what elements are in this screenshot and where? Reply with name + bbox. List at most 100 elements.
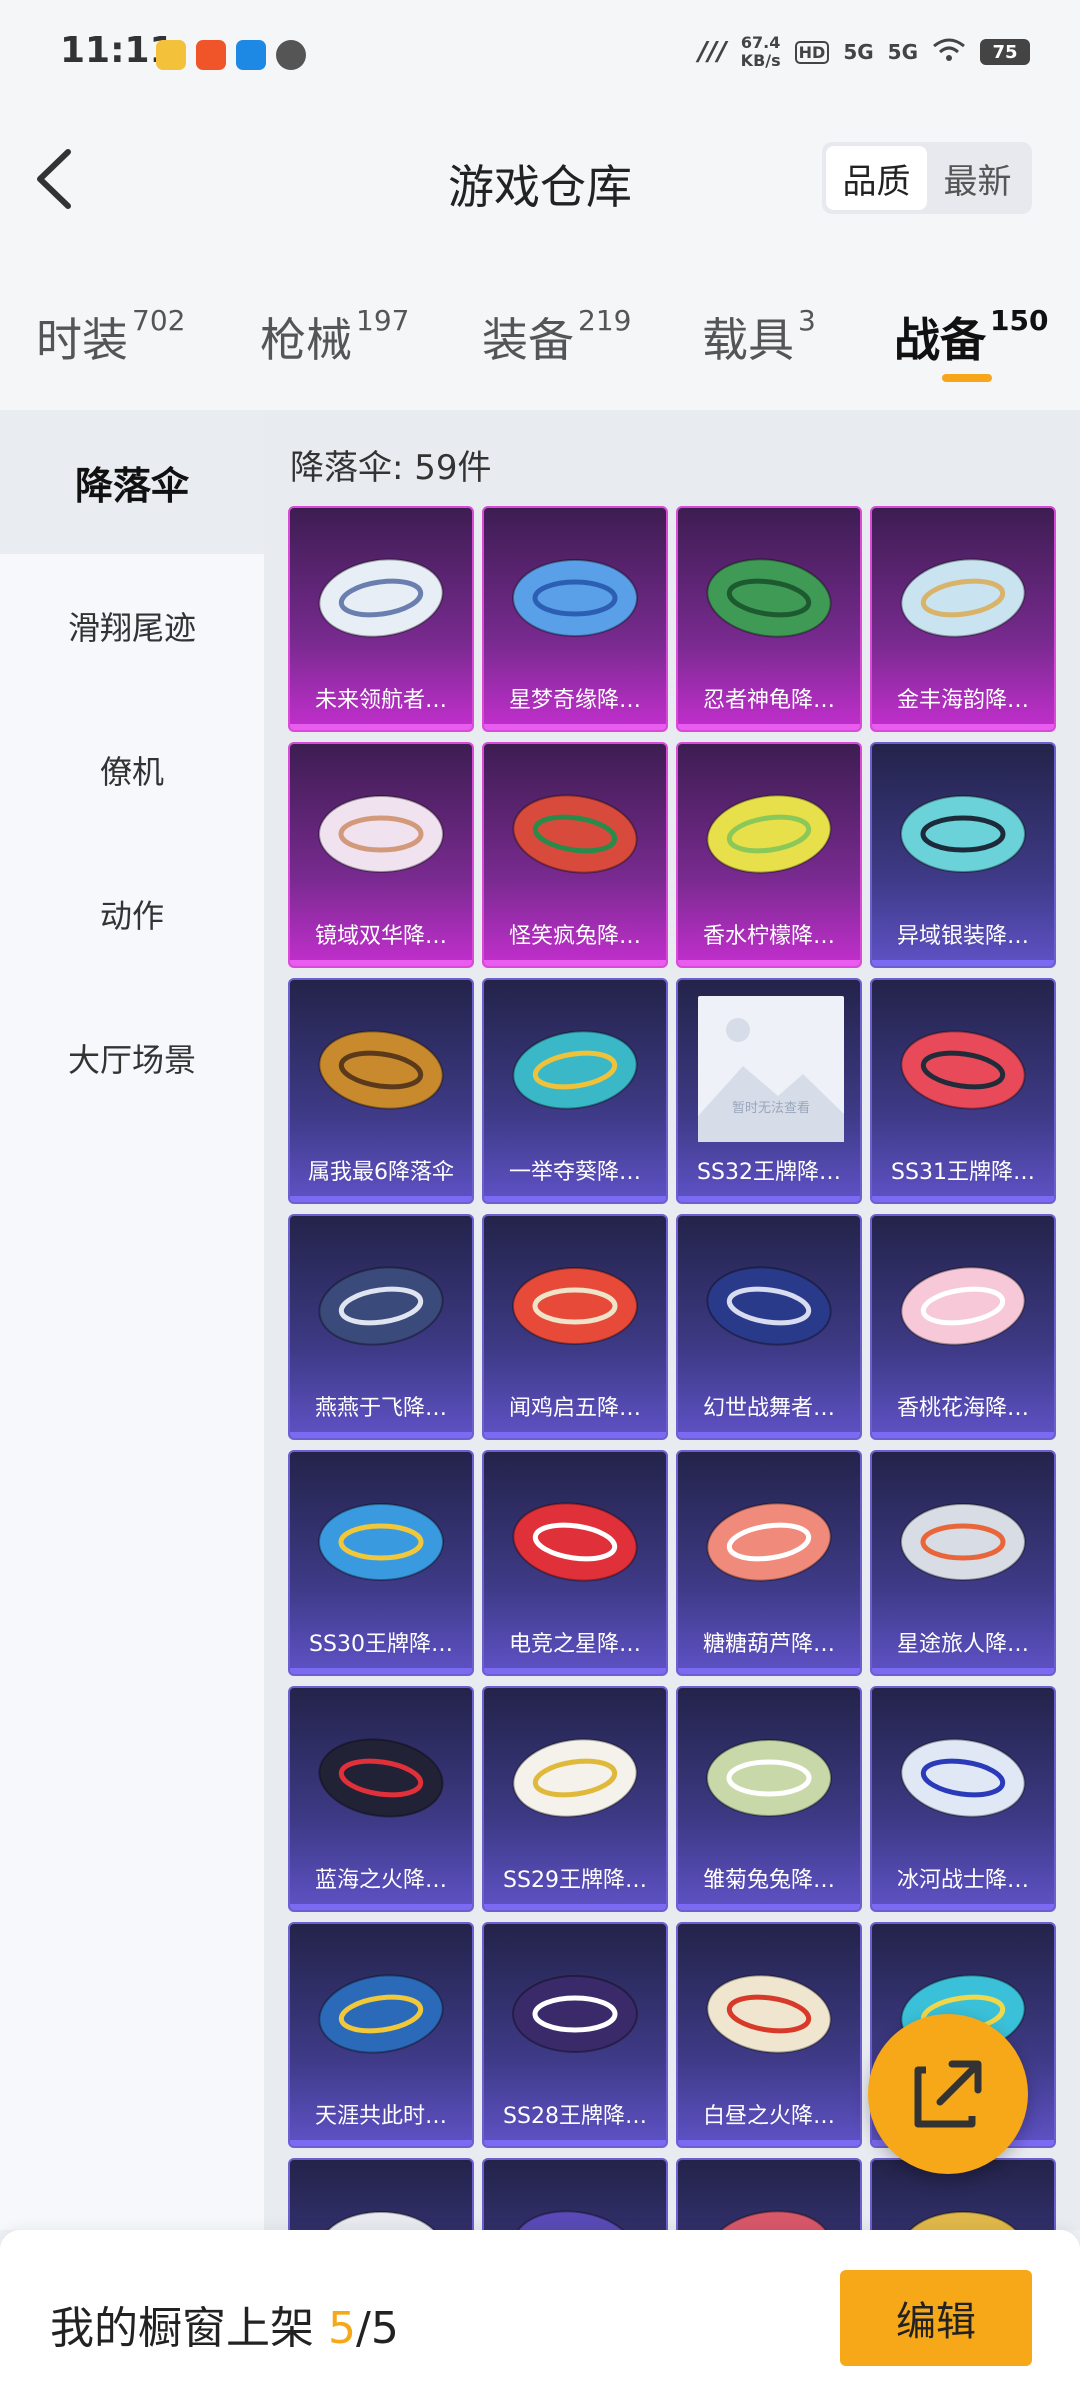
sidebar-item-lobby-scene[interactable]: 大厅场景 [0, 986, 264, 1130]
item-card[interactable]: 怪笑疯兔降… [482, 742, 668, 968]
item-name: 香水柠檬降… [702, 924, 835, 949]
parachute-icon [706, 794, 832, 874]
quality-bar [678, 1432, 860, 1438]
quality-bar [484, 1196, 666, 1202]
quality-bar [290, 2140, 472, 2146]
parachute-icon [900, 795, 1026, 873]
signal-5g-icon: 5G [843, 40, 874, 64]
item-card[interactable]: 蓝海之火降… [288, 1686, 474, 1912]
quality-bar [290, 1432, 472, 1438]
parachute-icon [900, 1266, 1026, 1346]
parachute-icon [900, 1030, 1026, 1110]
item-name: 蓝海之火降… [314, 1868, 447, 1893]
item-card[interactable]: 一举夺葵降… [482, 978, 668, 1204]
sidebar-item-parachute[interactable]: 降落伞 [0, 410, 264, 554]
battery-icon: 75 [980, 39, 1030, 65]
item-card[interactable]: 幻世战舞者… [676, 1214, 862, 1440]
quality-bar [872, 960, 1054, 966]
quality-bar [678, 2140, 860, 2146]
item-card[interactable]: 异域银装降… [870, 742, 1056, 968]
item-card[interactable]: 雏菊兔兔降… [676, 1686, 862, 1912]
item-card[interactable]: 燕燕于飞降… [288, 1214, 474, 1440]
item-panel: 降落伞: 59件 未来领航者… 星梦奇缘降… 忍者神龟降… 金丰海韵降… 镜域双华降… 怪… [264, 410, 1080, 2230]
tab-vehicles[interactable]: 载具 3 [702, 304, 816, 370]
parachute-icon [326, 2211, 436, 2230]
tab-equipment[interactable]: 装备 219 [482, 304, 631, 370]
item-name: 金丰海韵降… [896, 688, 1029, 713]
tab-fashion[interactable]: 时装 702 [36, 304, 185, 370]
network-speed: 67.4 KB/s [740, 33, 781, 70]
parachute-icon [318, 1266, 444, 1346]
item-name: SS28王牌降… [503, 2104, 647, 2129]
item-card[interactable]: 香桃花海降… [870, 1214, 1056, 1440]
tab-combat-gear[interactable]: 战备 150 [894, 304, 1048, 370]
item-card[interactable]: 香水柠檬降… [676, 742, 862, 968]
parachute-icon [318, 1738, 444, 1818]
quality-bar [678, 724, 860, 730]
item-card[interactable]: SS30王牌降… [288, 1450, 474, 1676]
quality-bar [290, 1196, 472, 1202]
item-name: 星梦奇缘降… [508, 688, 641, 713]
parachute-icon [900, 1738, 1026, 1818]
app-notification-icon [156, 40, 186, 70]
item-name: 异域银装降… [896, 924, 1029, 949]
item-card[interactable]: 忍者神龟降… [676, 506, 862, 732]
app-notification-icon [236, 40, 266, 70]
sidebar-item-glide-trail[interactable]: 滑翔尾迹 [0, 554, 264, 698]
parachute-icon [512, 1975, 638, 2053]
item-card[interactable]: 冰河战士降… [870, 1686, 1056, 1912]
parachute-icon [900, 1503, 1026, 1581]
parachute-icon [512, 794, 638, 874]
sidebar: 降落伞 滑翔尾迹 僚机 动作 大厅场景 [0, 410, 264, 2230]
quality-bar [678, 1904, 860, 1910]
item-card[interactable]: SS28王牌降… [482, 1922, 668, 2148]
quality-bar [290, 724, 472, 730]
chat-bubble-icon [276, 40, 306, 70]
item-card[interactable]: SS31王牌降… [870, 978, 1056, 1204]
item-card[interactable]: 天涯共此时… [288, 1922, 474, 2148]
signal-5g-icon: 5G [887, 40, 918, 64]
quality-bar [484, 724, 666, 730]
image-unavailable-icon: 暂时无法查看 [698, 1018, 844, 1142]
parachute-icon [318, 558, 444, 638]
item-card[interactable]: 星途旅人降… [870, 1450, 1056, 1676]
item-card[interactable]: 星梦奇缘降… [482, 506, 668, 732]
item-card[interactable]: SS29王牌降… [482, 1686, 668, 1912]
nfc-icon: /// [698, 37, 727, 67]
item-card[interactable]: 未来领航者… [288, 506, 474, 732]
item-card[interactable] [288, 2158, 474, 2230]
item-card[interactable] [676, 2158, 862, 2230]
tab-guns[interactable]: 枪械 197 [260, 304, 409, 370]
item-card[interactable] [482, 2158, 668, 2230]
parachute-icon [512, 1030, 638, 1110]
parachute-icon [908, 2211, 1018, 2230]
quality-bar [678, 1668, 860, 1674]
parachute-icon [706, 1974, 832, 2054]
sidebar-item-wingman[interactable]: 僚机 [0, 698, 264, 842]
item-card[interactable]: 属我最6降落伞 [288, 978, 474, 1204]
quality-bar [872, 724, 1054, 730]
notification-icons [156, 40, 306, 70]
app-notification-icon [196, 40, 226, 70]
wifi-icon [932, 37, 966, 68]
sort-quality-button[interactable]: 品质 [826, 146, 927, 210]
item-name: 镜域双华降… [314, 924, 447, 949]
parachute-icon [512, 1738, 638, 1818]
item-card[interactable]: 闻鸡启五降… [482, 1214, 668, 1440]
item-card[interactable]: 暂时无法查看 SS32王牌降… [676, 978, 862, 1204]
item-name: 忍者神龟降… [702, 688, 835, 713]
item-name: 电竞之星降… [508, 1632, 641, 1657]
item-card[interactable]: 糖糖葫芦降… [676, 1450, 862, 1676]
parachute-icon [512, 1502, 638, 1582]
share-button[interactable] [868, 2014, 1028, 2174]
item-card[interactable]: 镜域双华降… [288, 742, 474, 968]
sidebar-item-action[interactable]: 动作 [0, 842, 264, 986]
sort-latest-button[interactable]: 最新 [927, 146, 1028, 210]
item-card[interactable]: 电竞之星降… [482, 1450, 668, 1676]
item-name: SS29王牌降… [503, 1868, 647, 1893]
item-card[interactable]: 金丰海韵降… [870, 506, 1056, 732]
parachute-icon [706, 1266, 832, 1346]
edit-button[interactable]: 编辑 [840, 2270, 1032, 2366]
quality-bar [484, 1668, 666, 1674]
item-card[interactable]: 白昼之火降… [676, 1922, 862, 2148]
